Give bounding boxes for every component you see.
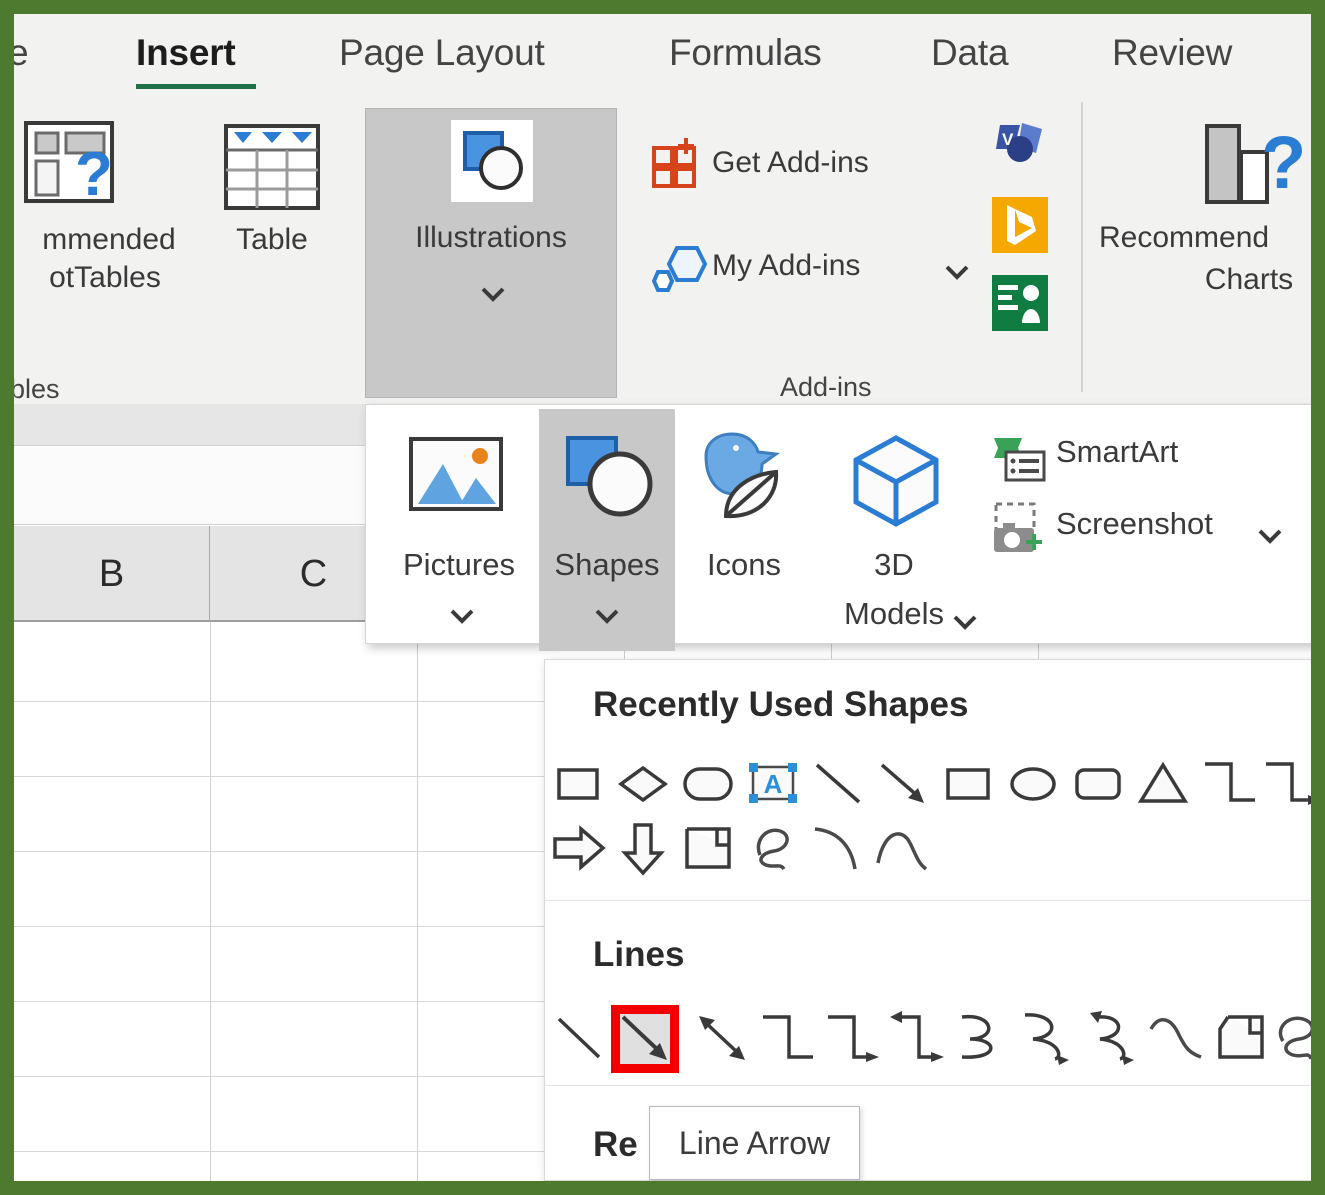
my-addins-label[interactable]: My Add-ins [712,249,860,283]
icons-label[interactable]: Icons [674,549,814,582]
people-graph-icon[interactable] [992,275,1048,331]
smartart-label[interactable]: SmartArt [1056,436,1286,469]
line-shape-elbow-arrow-connector[interactable] [820,1005,886,1071]
svg-text:A: A [764,769,783,799]
line-shape-line-arrow[interactable] [613,1007,679,1073]
shapes-label[interactable]: Shapes [539,549,675,582]
screenshot-root: e Insert Page Layout Formulas Data Revie… [0,0,1325,1195]
shape-rectangle-2[interactable] [935,750,1001,816]
recommended-charts-label-line2: Charts [1099,264,1311,296]
ribbon-tab-bar: e Insert Page Layout Formulas Data Revie… [14,14,1311,94]
screenshot-icon [992,502,1050,565]
recommended-pivottables-label-line1: mmended [14,224,204,256]
illustrations-icon [451,120,533,202]
shape-curve[interactable] [805,815,871,881]
line-shape-curved-arrow-connector[interactable] [1015,1005,1081,1071]
my-addins-icon [652,242,708,303]
gallery-heading-lines: Lines [593,935,684,975]
my-addins-chevron-down-icon[interactable] [944,262,970,284]
shape-down-arrow[interactable] [610,815,676,881]
recommended-charts-icon: ? [1199,116,1309,217]
svg-text:?: ? [75,140,113,209]
shape-rectangle[interactable] [545,750,611,816]
shape-line[interactable] [805,750,871,816]
tab-data[interactable]: Data [931,32,1008,74]
shape-diamond[interactable] [610,750,676,816]
table-icon [222,122,322,217]
shapes-icon [562,432,658,529]
excel-window: e Insert Page Layout Formulas Data Revie… [14,14,1311,1181]
illustrations-label: Illustrations [365,222,617,254]
visio-data-visualizer-icon[interactable]: V [992,119,1048,178]
pictures-chevron-down-icon[interactable] [449,606,475,628]
shape-oval[interactable] [1000,750,1066,816]
screenshot-chevron-down-icon[interactable] [1257,526,1283,548]
column-header-b[interactable]: B [14,526,210,622]
gallery-heading-recently-used: Recently Used Shapes [593,685,968,725]
icons-icon [692,432,796,529]
tables-group-label: bles [14,374,60,405]
gallery-heading-rectangles-truncated: Re [593,1125,638,1165]
ribbon: ? mmended otTables Table [14,94,1311,404]
chevron-down-icon[interactable] [480,284,506,306]
pictures-label[interactable]: Pictures [384,549,534,582]
get-addins-label[interactable]: Get Add-ins [712,146,869,180]
shape-arc-curve[interactable] [870,815,936,881]
tab-insert[interactable]: Insert [136,32,236,74]
grid-col-line [417,622,418,1181]
shapes-gallery-panel: Recently Used Shapes A [544,659,1311,1181]
line-shape-curved-double-arrow-connector[interactable] [1080,1005,1146,1071]
tab-review[interactable]: Review [1112,32,1232,74]
smartart-icon [992,434,1048,491]
gallery-divider [545,900,1311,901]
gallery-divider [545,1085,1311,1086]
svg-text:V: V [1002,130,1014,149]
shape-line-arrow[interactable] [870,750,936,816]
tab-insert-underline [136,84,256,89]
recommended-pivottables-label-line2: otTables [14,262,200,294]
table-label: Table [202,224,342,256]
line-shape-elbow-connector[interactable] [755,1005,821,1071]
shape-elbow-arrow-connector[interactable] [1260,750,1311,816]
recommended-pivottables-icon: ? [20,119,130,219]
get-addins-icon [650,134,706,195]
shape-folded-corner[interactable] [675,815,741,881]
tab-formulas[interactable]: Formulas [669,32,822,74]
shape-isosceles-triangle[interactable] [1130,750,1196,816]
3d-models-icon [848,432,944,533]
bing-maps-icon[interactable] [992,197,1048,253]
3d-models-label-line1[interactable]: 3D [834,549,954,582]
shape-text-box[interactable]: A [740,750,806,816]
shape-rounded-oval[interactable] [675,750,741,816]
shape-rounded-rectangle[interactable] [1065,750,1131,816]
line-shape-line[interactable] [547,1005,613,1071]
shape-right-arrow[interactable] [545,815,611,881]
line-shape-line-double-arrow[interactable] [690,1005,756,1071]
recommended-charts-label-line1: Recommend [1099,222,1311,254]
line-shape-scribble[interactable] [1267,1005,1311,1071]
tooltip-text: Line Arrow [679,1125,830,1162]
grid-col-line [210,622,211,1181]
addins-group-label: Add-ins [780,372,872,403]
ribbon-group-separator [1081,102,1083,392]
3d-models-chevron-down-icon[interactable] [952,612,978,634]
line-shape-curved-connector[interactable] [950,1005,1016,1071]
shapes-chevron-down-icon[interactable] [594,606,620,628]
tooltip-line-arrow: Line Arrow [649,1106,860,1180]
shape-scribble[interactable] [740,815,806,881]
svg-text:?: ? [1261,121,1306,204]
line-shape-elbow-double-arrow-connector[interactable] [885,1005,951,1071]
tab-page-layout[interactable]: Page Layout [339,32,545,74]
pictures-icon [408,436,504,519]
line-shape-curve[interactable] [1145,1005,1211,1071]
tab-file-truncated[interactable]: e [14,32,28,74]
shape-elbow-connector[interactable] [1195,750,1261,816]
